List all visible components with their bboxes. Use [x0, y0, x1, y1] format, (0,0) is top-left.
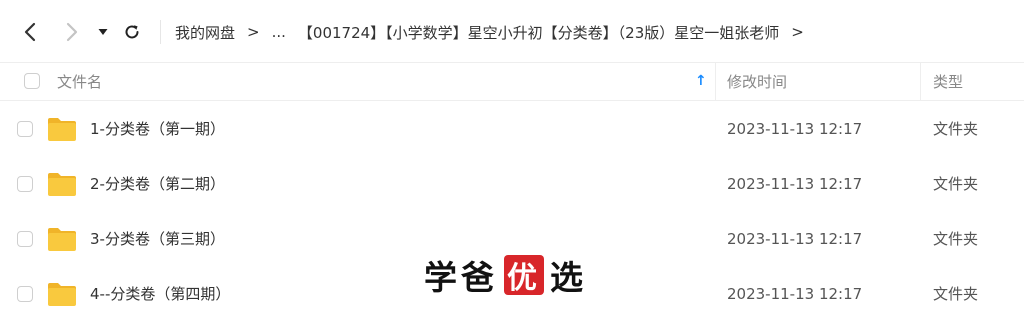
column-divider[interactable]: [920, 62, 921, 100]
file-type: 文件夹: [933, 175, 979, 193]
row-checkbox[interactable]: [17, 156, 33, 211]
file-modified: 2023-11-13 12:17: [727, 174, 863, 193]
refresh-icon: [125, 25, 139, 39]
toolbar-divider: [160, 20, 161, 44]
file-name[interactable]: 4--分类卷（第四期）: [90, 266, 230, 321]
watermark-text-2: 选: [550, 258, 587, 297]
column-name[interactable]: 文件名: [57, 62, 102, 100]
column-type[interactable]: 类型: [933, 62, 963, 100]
back-button[interactable]: [16, 18, 44, 46]
file-type: 文件夹: [933, 285, 979, 303]
file-type: 文件夹: [933, 120, 979, 138]
column-name-label: 文件名: [57, 72, 103, 91]
file-modified: 2023-11-13 12:17: [727, 229, 863, 248]
watermark-seal: 优: [504, 255, 544, 296]
file-list-header: 文件名 ↑ 修改时间 类型: [0, 62, 1024, 101]
row-checkbox[interactable]: [17, 211, 33, 266]
row-checkbox[interactable]: [17, 266, 33, 321]
table-row[interactable]: 1-分类卷（第一期） 2023-11-13 12:17 文件夹: [0, 101, 1024, 156]
file-name[interactable]: 1-分类卷（第一期）: [90, 101, 225, 156]
file-modified: 2023-11-13 12:17: [727, 284, 863, 303]
table-row[interactable]: 2-分类卷（第二期） 2023-11-13 12:17 文件夹: [0, 156, 1024, 211]
select-all-checkbox[interactable]: [24, 62, 40, 100]
file-name[interactable]: 2-分类卷（第二期）: [90, 156, 225, 211]
breadcrumb-ellipsis[interactable]: ...: [272, 23, 286, 41]
folder-icon: [47, 101, 77, 156]
toolbar: 我的网盘 > ... 【001724】【小学数学】星空小升初【分类卷】（23版）…: [0, 0, 1024, 63]
refresh-button[interactable]: [119, 18, 145, 46]
watermark: 学爸 优 选: [424, 252, 587, 298]
folder-icon: [47, 156, 77, 211]
column-type-label: 类型: [933, 72, 964, 91]
sort-ascending-icon[interactable]: ↑: [695, 62, 707, 100]
breadcrumb-separator: >: [247, 23, 260, 41]
watermark-text-1: 学爸: [424, 258, 498, 297]
column-modified-label: 修改时间: [727, 72, 788, 91]
caret-down-icon: [98, 29, 108, 35]
row-checkbox[interactable]: [17, 101, 33, 156]
column-modified[interactable]: 修改时间: [727, 62, 787, 100]
file-name[interactable]: 3-分类卷（第三期）: [90, 211, 225, 266]
folder-icon: [47, 211, 77, 266]
breadcrumb: 我的网盘 > ... 【001724】【小学数学】星空小升初【分类卷】（23版）…: [175, 18, 816, 46]
breadcrumb-current[interactable]: 【001724】【小学数学】星空小升初【分类卷】（23版）星空一姐张老师: [298, 22, 779, 43]
forward-button[interactable]: [58, 18, 86, 46]
folder-icon: [47, 266, 77, 321]
file-modified: 2023-11-13 12:17: [727, 119, 863, 138]
chevron-left-icon: [24, 22, 36, 42]
breadcrumb-root[interactable]: 我的网盘: [175, 22, 235, 43]
breadcrumb-separator: >: [791, 23, 804, 41]
file-type: 文件夹: [933, 230, 979, 248]
history-dropdown-button[interactable]: [94, 18, 112, 46]
chevron-right-icon: [66, 22, 78, 42]
column-divider[interactable]: [715, 62, 716, 100]
